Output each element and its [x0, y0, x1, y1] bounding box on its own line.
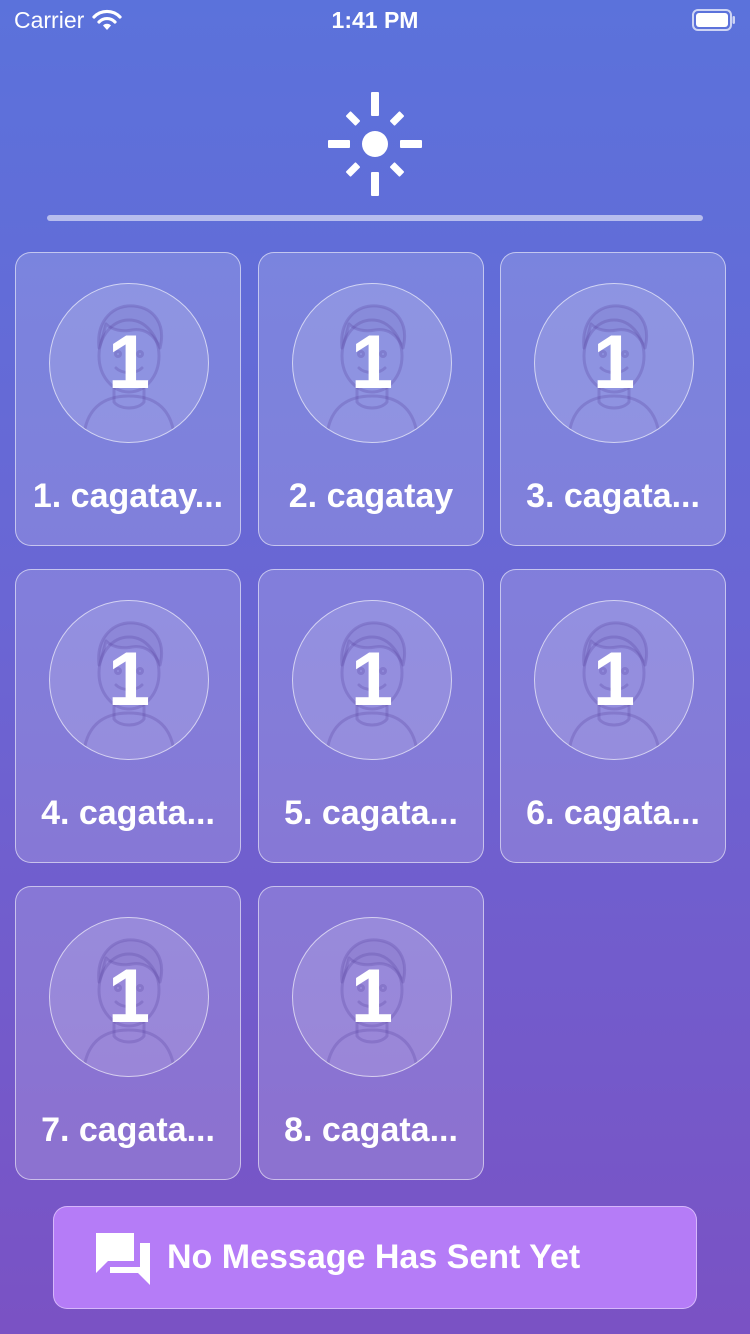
header-divider — [47, 215, 703, 221]
message-status-label: No Message Has Sent Yet — [167, 1238, 581, 1276]
rank-badge: 1 — [350, 320, 394, 405]
player-name: 4. cagata... — [41, 794, 215, 832]
rank-badge: 1 — [107, 637, 151, 722]
rank-badge: 1 — [592, 637, 636, 722]
player-card[interactable]: 1 2. cagatay — [258, 252, 484, 546]
avatar: 1 — [49, 917, 209, 1077]
player-card[interactable]: 1 4. cagata... — [15, 569, 241, 863]
avatar: 1 — [534, 600, 694, 760]
battery-icon — [692, 9, 735, 31]
avatar: 1 — [292, 283, 452, 443]
rank-badge: 1 — [350, 954, 394, 1039]
message-status-button[interactable]: No Message Has Sent Yet — [53, 1206, 697, 1309]
avatar: 1 — [292, 600, 452, 760]
player-name: 8. cagata... — [284, 1111, 458, 1149]
player-name: 3. cagata... — [526, 477, 700, 515]
player-name: 2. cagatay — [288, 477, 454, 515]
avatar: 1 — [49, 283, 209, 443]
player-card[interactable]: 1 8. cagata... — [258, 886, 484, 1180]
player-name: 7. cagata... — [41, 1111, 215, 1149]
player-card[interactable]: 1 1. cagatay... — [15, 252, 241, 546]
avatar: 1 — [292, 917, 452, 1077]
rank-badge: 1 — [350, 637, 394, 722]
avatar: 1 — [534, 283, 694, 443]
chat-bubbles-icon — [96, 1233, 150, 1285]
player-card[interactable]: 1 3. cagata... — [500, 252, 726, 546]
player-name: 5. cagata... — [284, 794, 458, 832]
rank-badge: 1 — [592, 320, 636, 405]
rank-badge: 1 — [107, 954, 151, 1039]
player-name: 1. cagatay... — [32, 477, 224, 515]
rank-badge: 1 — [107, 320, 151, 405]
player-card[interactable]: 1 6. cagata... — [500, 569, 726, 863]
player-card[interactable]: 1 5. cagata... — [258, 569, 484, 863]
sun-icon[interactable] — [328, 92, 422, 196]
player-card[interactable]: 1 7. cagata... — [15, 886, 241, 1180]
player-name: 6. cagata... — [526, 794, 700, 832]
avatar: 1 — [49, 600, 209, 760]
status-time: 1:41 PM — [331, 7, 419, 33]
status-bar: Carrier 1:41 PM — [0, 0, 750, 40]
